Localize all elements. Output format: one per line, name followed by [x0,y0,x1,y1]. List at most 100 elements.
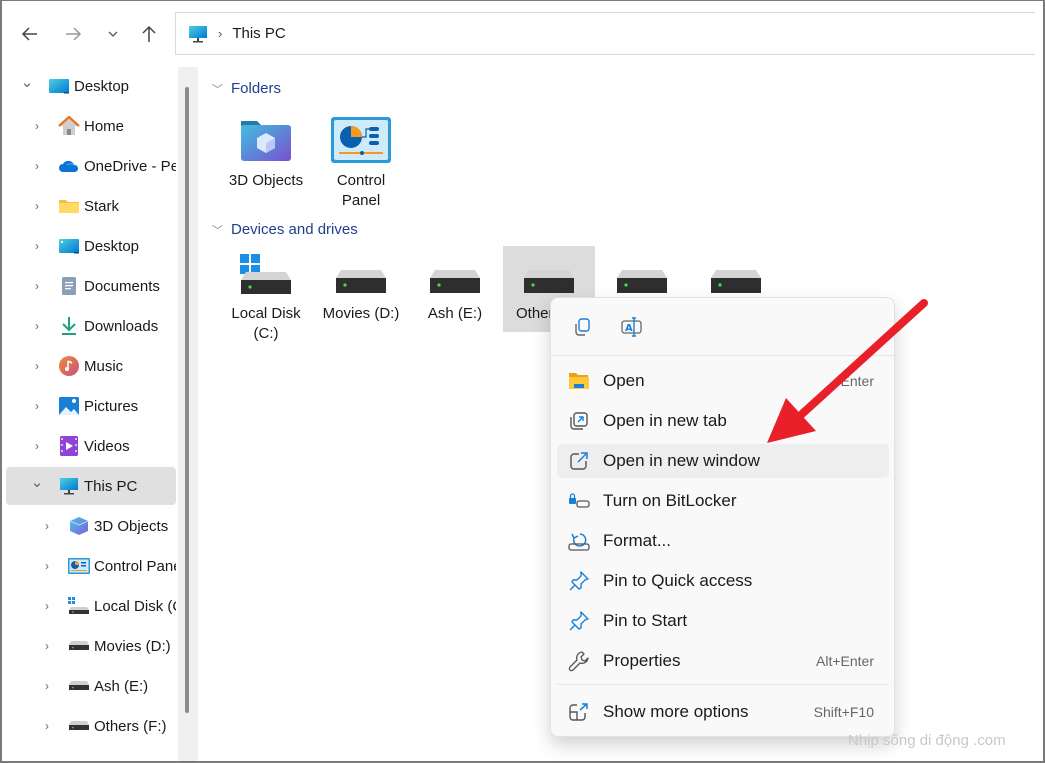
chevron-right-icon[interactable]: › [30,279,44,293]
menu-separator [557,684,889,685]
collapse-icon: ﹀ [212,224,223,237]
menu-item-open-in-new-tab[interactable]: Open in new tab [557,404,889,438]
chevron-right-icon[interactable]: › [40,519,54,533]
menu-item-label: Open in new window [603,451,760,470]
sidebar-item-desktop[interactable]: › Desktop [6,227,176,265]
menu-item-label: Show more options [603,702,749,721]
sidebar-scrollbar-thumb[interactable] [185,87,189,713]
rename-button[interactable]: A [617,312,647,342]
chevron-right-icon[interactable]: › [30,199,44,213]
folder-3d-objects[interactable]: 3D Objects [220,109,312,191]
drive-icon [68,676,90,696]
chevron-right-icon[interactable]: › [30,439,44,453]
wrench-icon [567,650,591,672]
watermark: Nhịp sống di động .com [848,732,1006,749]
sidebar-item-videos[interactable]: › Videos [6,427,176,465]
menu-item-format[interactable]: Format... [557,524,889,558]
menu-item-label: Pin to Start [603,611,688,630]
arrow-right-icon [66,27,82,41]
back-button[interactable] [15,19,45,49]
drive-tile[interactable]: Ash (E:) [409,246,501,332]
menu-item-open-in-new-window[interactable]: Open in new window [557,444,889,478]
pictures-icon [58,396,80,416]
sidebar-item-pictures[interactable]: › Pictures [6,387,176,425]
sidebar-item-documents[interactable]: › Documents [6,267,176,305]
windows-drive-icon [68,596,90,616]
chevron-down-icon[interactable]: ⌄ [30,473,44,491]
chevron-down-icon [108,31,118,37]
sidebar-item-label: Ash (E:) [94,677,149,695]
arrow-up-icon [142,25,156,42]
address-bar[interactable]: › This PC [175,12,1035,55]
folder-icon [58,196,80,216]
drives-section-header[interactable]: ﹀ Devices and drives [212,221,358,238]
chevron-right-icon[interactable]: › [40,599,54,613]
folders-section-header[interactable]: ﹀ Folders [212,80,281,97]
downloads-icon [58,316,80,336]
sidebar-item-this-pc[interactable]: ⌄ This PC [6,467,176,505]
menu-item-show-more-options[interactable]: Show more options Shift+F10 [557,695,889,729]
sidebar-item-home[interactable]: › Home [6,107,176,145]
chevron-right-icon[interactable]: › [30,399,44,413]
chevron-right-icon[interactable]: › [30,319,44,333]
sidebar-item-label: Home [84,117,125,135]
sidebar-item-label: Desktop [74,77,130,95]
more-options-icon [567,701,591,723]
up-button[interactable] [134,19,164,49]
this-pc-icon [189,25,207,42]
control-panel-icon [68,556,90,576]
file-explorer-window: › This PC ⌄ Desktop › Home › OneDrive - Perso… [0,0,1045,763]
sidebar-item-ash-e[interactable]: › Ash (E:) [6,667,176,705]
chevron-right-icon[interactable]: › [30,239,44,253]
collapse-icon: ﹀ [212,83,223,96]
svg-text:A: A [625,323,633,334]
recent-locations-button[interactable] [98,19,128,49]
sidebar-item-stark[interactable]: › Stark [6,187,176,225]
copy-button[interactable] [567,312,597,342]
sidebar-item-music[interactable]: › Music [6,347,176,385]
drives-header-label: Devices and drives [231,221,358,238]
drive-icon [315,246,407,304]
sidebar-item-label: Downloads [84,317,159,335]
chevron-right-icon[interactable]: › [40,559,54,573]
folder-control-panel[interactable]: Control Panel [315,109,407,211]
sidebar-item-movies-d[interactable]: › Movies (D:) [6,627,176,665]
menu-item-label: Open in new tab [603,411,727,430]
sidebar-item-control-panel[interactable]: › Control Panel [6,547,176,585]
chevron-right-icon[interactable]: › [30,159,44,173]
sidebar-item-onedrive-personal[interactable]: › OneDrive - Personal [6,147,176,185]
breadcrumb-this-pc[interactable]: This PC [232,25,285,42]
menu-item-open[interactable]: Open Enter [557,364,889,398]
chevron-right-icon[interactable]: › [30,359,44,373]
chevron-down-icon[interactable]: ⌄ [20,73,34,91]
3d-objects-icon [68,516,90,536]
sidebar-item-desktop[interactable]: ⌄ Desktop [6,67,176,105]
menu-item-turn-on-bitlocker[interactable]: Turn on BitLocker [557,484,889,518]
sidebar-item-3d-objects[interactable]: › 3D Objects [6,507,176,545]
forward-button[interactable] [58,19,88,49]
chevron-right-icon[interactable]: › [40,639,54,653]
sidebar-item-label: Local Disk (C:) [94,597,176,615]
sidebar-item-others-f[interactable]: › Others (F:) [6,707,176,745]
sidebar-item-local-disk-c[interactable]: › Local Disk (C:) [6,587,176,625]
onedrive-icon [58,156,80,176]
chevron-right-icon[interactable]: › [30,119,44,133]
menu-item-pin-to-start[interactable]: Pin to Start [557,604,889,638]
chevron-right-icon[interactable]: › [40,679,54,693]
bitlocker-icon [567,490,591,512]
sidebar-item-downloads[interactable]: › Downloads [6,307,176,345]
desktop-folder-icon [58,236,80,256]
menu-item-label: Open [603,371,645,390]
new-tab-icon [567,410,591,432]
chevron-right-icon[interactable]: › [40,719,54,733]
folders-header-label: Folders [231,80,282,97]
drive-icon [409,246,501,304]
menu-item-properties[interactable]: Properties Alt+Enter [557,644,889,678]
drive-tile[interactable]: Movies (D:) [315,246,407,332]
menu-item-label: Turn on BitLocker [603,491,737,510]
sidebar-item-label: Music [84,357,124,375]
menu-item-pin-to-quick-access[interactable]: Pin to Quick access [557,564,889,598]
3d-objects-folder-icon [241,121,291,161]
videos-icon [58,436,80,456]
drive-tile[interactable]: Local Disk (C:) [220,246,312,342]
